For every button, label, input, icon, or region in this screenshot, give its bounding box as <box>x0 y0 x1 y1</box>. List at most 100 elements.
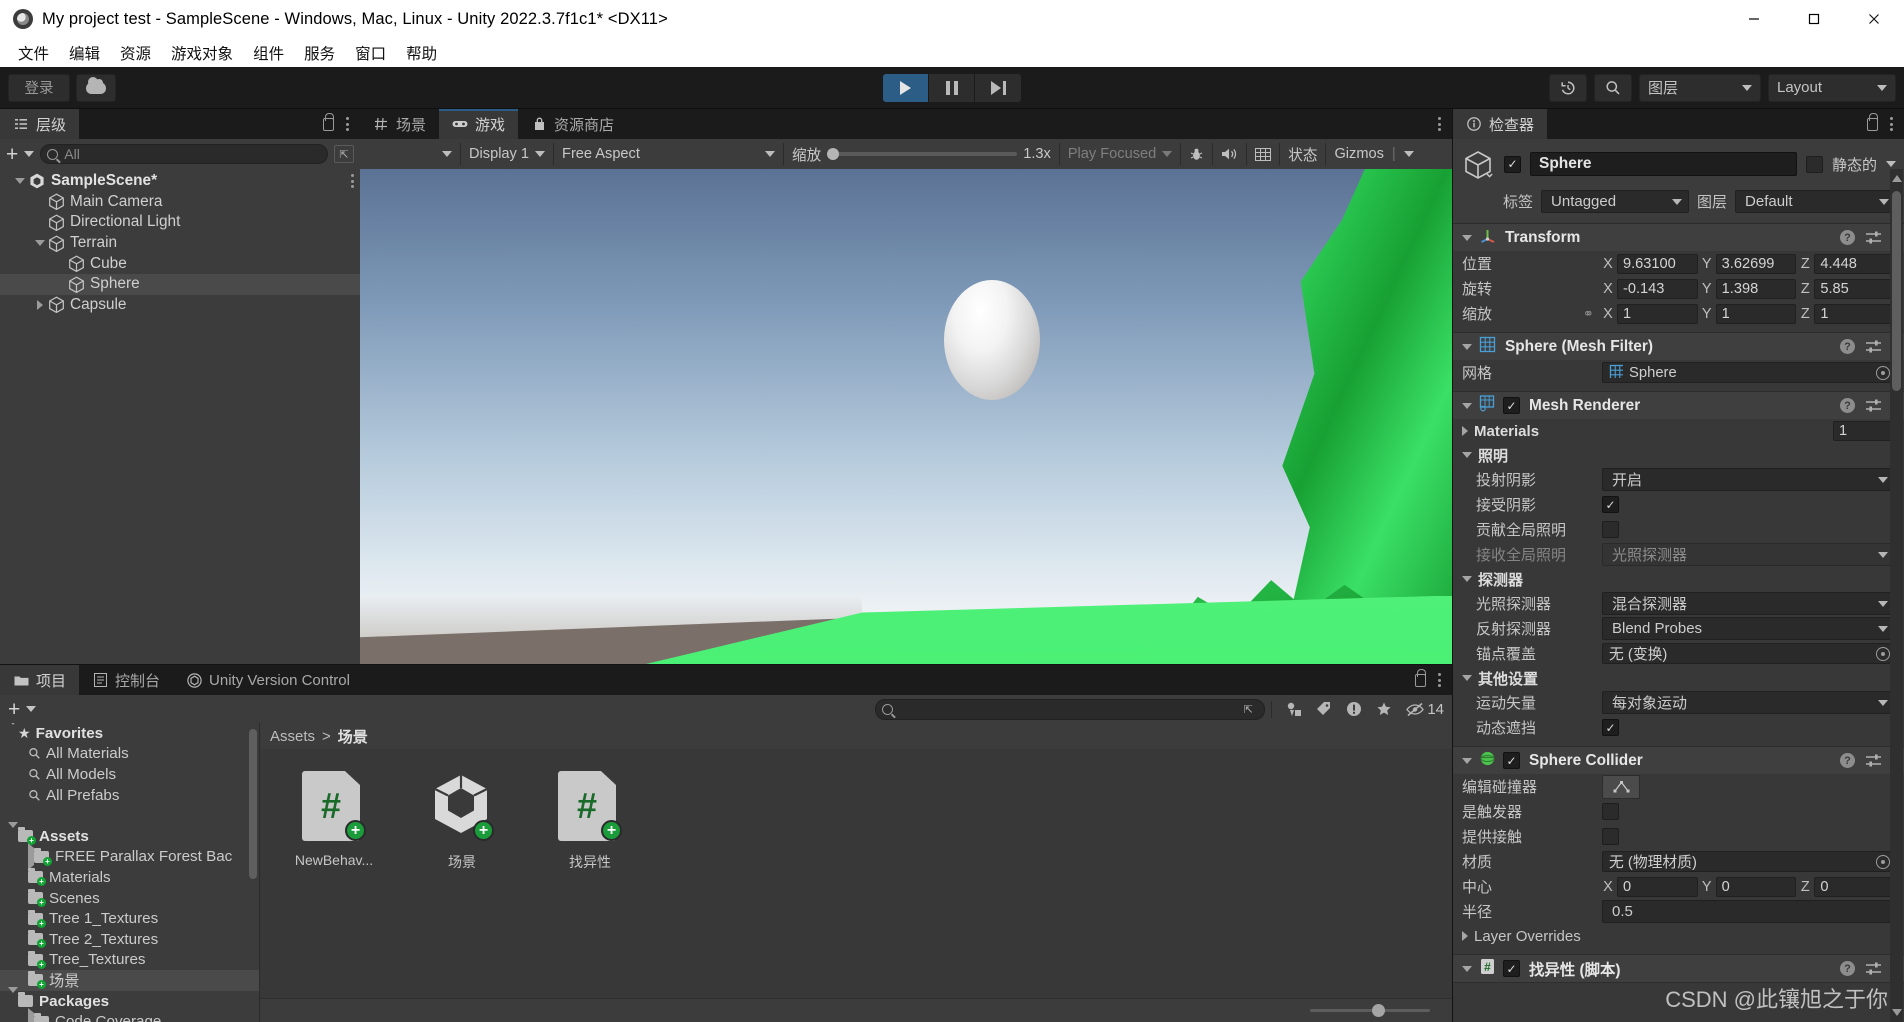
asset-item[interactable]: # + NewBehav... <box>286 771 382 868</box>
object-field[interactable]: 无 (物理材质) <box>1602 851 1895 872</box>
kebab-icon[interactable] <box>1890 117 1893 131</box>
preset-icon[interactable] <box>1866 754 1881 767</box>
project-search-expand-button[interactable]: ⇱ <box>1238 700 1258 718</box>
foldout-row[interactable]: 探测器 <box>1453 567 1904 591</box>
game-view-mode-dropdown[interactable] <box>364 143 460 165</box>
project-tree-item[interactable]: All Models <box>0 764 259 785</box>
tag-dropdown[interactable]: Untagged <box>1541 190 1690 213</box>
field-y[interactable]: 3.62699 <box>1715 253 1797 274</box>
tab-asset-store[interactable]: 资源商店 <box>518 109 627 139</box>
project-tree-item[interactable]: + Scenes <box>0 888 259 909</box>
lock-icon[interactable] <box>323 112 334 131</box>
dropdown-field[interactable]: 开启 <box>1602 468 1895 491</box>
field-z[interactable]: 1 <box>1814 303 1896 324</box>
help-icon[interactable]: ? <box>1840 753 1855 768</box>
field-z[interactable]: 0 <box>1814 876 1896 897</box>
project-tree-item[interactable]: −Code Coverage <box>0 1008 259 1022</box>
hierarchy-item-samplescene-[interactable]: SampleScene* <box>0 171 360 192</box>
zoom-slider-knob[interactable] <box>827 148 840 160</box>
object-picker-icon[interactable] <box>1876 365 1890 380</box>
project-tree-item[interactable]: + Tree 2_Textures <box>0 929 259 950</box>
gameobject-name-input[interactable]: Sphere <box>1530 152 1797 176</box>
layers-dropdown[interactable]: 图层 <box>1639 73 1761 102</box>
field-y[interactable]: 1.398 <box>1715 278 1797 299</box>
scroll-down-arrow-icon[interactable] <box>1892 1009 1902 1016</box>
minimize-button[interactable] <box>1724 0 1784 38</box>
display-dropdown[interactable]: Display 1 <box>460 143 553 165</box>
help-icon[interactable]: ? <box>1840 961 1855 976</box>
field-z[interactable]: 4.448 <box>1814 253 1896 274</box>
lock-icon[interactable] <box>1867 112 1878 131</box>
menu-item-edit[interactable]: 编辑 <box>59 39 110 67</box>
foldout-row[interactable]: 照明 <box>1453 443 1904 467</box>
static-checkbox[interactable]: ✓ <box>1805 155 1823 173</box>
preset-icon[interactable] <box>1866 231 1881 244</box>
favorite-star-icon[interactable] <box>1376 701 1392 717</box>
bug-report-button[interactable] <box>1180 143 1212 165</box>
chevron-down-icon[interactable] <box>1462 402 1472 409</box>
component-enabled-checkbox[interactable]: ✓ <box>1503 960 1520 977</box>
close-button[interactable] <box>1844 0 1904 38</box>
layout-dropdown[interactable]: Layout <box>1768 73 1896 102</box>
menu-item-file[interactable]: 文件 <box>8 39 59 67</box>
help-icon[interactable]: ? <box>1840 230 1855 245</box>
materials-count-field[interactable]: 1 <box>1833 421 1895 441</box>
field-y[interactable]: 1 <box>1715 303 1797 324</box>
hidden-assets-indicator[interactable]: 14 <box>1406 701 1444 718</box>
tab-project[interactable]: 项目 <box>0 665 80 695</box>
play-button[interactable] <box>883 73 929 102</box>
field-x[interactable]: 0 <box>1617 876 1698 897</box>
hierarchy-search-input[interactable]: All <box>40 144 328 164</box>
chevron-down-icon[interactable] <box>26 706 37 712</box>
menu-item-window[interactable]: 窗口 <box>345 39 396 67</box>
component-header[interactable]: Transform? <box>1453 224 1904 251</box>
step-button[interactable] <box>975 73 1021 102</box>
chevron-down-icon[interactable] <box>1886 161 1896 167</box>
checkbox[interactable]: ✓ <box>1602 521 1619 538</box>
stats-button[interactable]: 状态 <box>1279 143 1325 165</box>
checkbox[interactable]: ✓ <box>1602 719 1619 736</box>
menu-item-services[interactable]: 服务 <box>294 39 345 67</box>
sign-in-button[interactable]: 登录 <box>8 73 70 102</box>
component-header[interactable]: ✓ Mesh Renderer? <box>1453 392 1904 419</box>
chevron-down-icon[interactable] <box>1462 965 1472 972</box>
add-gameobject-button[interactable]: + <box>6 144 18 165</box>
hierarchy-item-main-camera[interactable]: Main Camera <box>0 192 360 213</box>
field-x[interactable]: 1 <box>1617 303 1698 324</box>
hierarchy-item-cube[interactable]: Cube <box>0 253 360 274</box>
layer-dropdown[interactable]: Default <box>1735 190 1896 213</box>
hierarchy-item-sphere[interactable]: Sphere <box>0 273 360 295</box>
undo-history-button[interactable] <box>1549 73 1587 102</box>
scrollbar-thumb[interactable] <box>1892 191 1901 391</box>
menu-item-help[interactable]: 帮助 <box>396 39 447 67</box>
gameobject-enabled-checkbox[interactable]: ✓ <box>1504 155 1521 173</box>
object-picker-icon[interactable] <box>1876 854 1890 869</box>
play-focused-dropdown[interactable]: Play Focused <box>1058 143 1180 165</box>
hierarchy-item-terrain[interactable]: Terrain <box>0 233 360 254</box>
object-field[interactable]: Sphere <box>1602 362 1895 383</box>
dropdown-field[interactable]: Blend Probes <box>1602 617 1895 640</box>
frame-debugger-button[interactable] <box>1246 143 1279 165</box>
field-x[interactable]: -0.143 <box>1617 278 1698 299</box>
project-folder-tree[interactable]: ★ Favorites All Materials All Models All Pre… <box>0 723 260 1022</box>
checkbox[interactable]: ✓ <box>1602 803 1619 820</box>
lock-icon[interactable] <box>1415 668 1426 687</box>
help-icon[interactable]: ? <box>1840 398 1855 413</box>
tab-inspector[interactable]: 检查器 <box>1453 109 1548 139</box>
tab-hierarchy[interactable]: 层级 <box>0 109 80 139</box>
preset-icon[interactable] <box>1866 962 1881 975</box>
asset-item[interactable]: + 场景 <box>414 771 510 872</box>
aspect-dropdown[interactable]: Free Aspect <box>553 143 783 165</box>
tab-game[interactable]: 游戏 <box>439 109 519 139</box>
scroll-up-arrow-icon[interactable] <box>1892 175 1902 182</box>
asset-grid[interactable]: # + NewBehav... + 场景 # + 找异性 <box>260 749 1452 998</box>
project-tree-item[interactable]: + Tree 1_Textures <box>0 908 259 929</box>
chevron-down-icon[interactable] <box>1462 234 1472 241</box>
component-header[interactable]: # ✓ 找异性 (脚本)? <box>1453 955 1904 982</box>
object-field[interactable]: 无 (变换) <box>1602 643 1895 664</box>
project-tree-item[interactable]: + Tree_Textures <box>0 950 259 971</box>
checkbox[interactable]: ✓ <box>1602 828 1619 845</box>
breadcrumb-assets[interactable]: Assets <box>270 728 315 745</box>
field-z[interactable]: 5.85 <box>1814 278 1896 299</box>
cloud-services-button[interactable] <box>76 73 116 102</box>
